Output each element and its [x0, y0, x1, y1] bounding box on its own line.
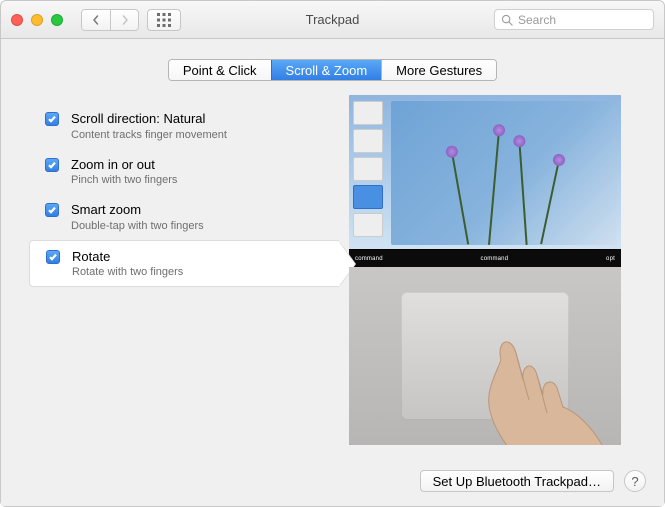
- option-smart-zoom[interactable]: Smart zoom Double-tap with two fingers: [29, 194, 339, 240]
- option-subtitle: Double-tap with two fingers: [71, 220, 204, 232]
- option-text: Rotate Rotate with two fingers: [72, 249, 183, 279]
- key-label: command: [355, 256, 383, 262]
- key-label: command: [481, 256, 509, 262]
- show-all-button[interactable]: [147, 9, 181, 31]
- preview-photo: [391, 101, 617, 245]
- gesture-preview: command command opt: [349, 93, 636, 460]
- preview-screen: [349, 95, 621, 249]
- search-icon: [501, 14, 513, 26]
- option-title: Smart zoom: [71, 202, 204, 218]
- titlebar: Trackpad: [1, 1, 664, 39]
- search-input[interactable]: [518, 13, 647, 27]
- chevron-right-icon: [120, 15, 130, 25]
- nav-buttons: [81, 9, 139, 31]
- option-text: Smart zoom Double-tap with two fingers: [71, 202, 204, 232]
- check-icon: [47, 160, 57, 170]
- option-subtitle: Pinch with two fingers: [71, 174, 177, 186]
- forward-button[interactable]: [110, 10, 138, 30]
- search-field[interactable]: [494, 9, 654, 30]
- preferences-window: Trackpad Point & Click Scroll & Zoom Mor…: [0, 0, 665, 507]
- tab-scroll-and-zoom[interactable]: Scroll & Zoom: [271, 60, 382, 80]
- window-controls: [11, 14, 63, 26]
- segmented-control: Point & Click Scroll & Zoom More Gesture…: [168, 59, 497, 81]
- option-title: Rotate: [72, 249, 183, 265]
- option-title: Scroll direction: Natural: [71, 111, 227, 127]
- chevron-left-icon: [91, 15, 101, 25]
- checkbox-rotate[interactable]: [46, 250, 60, 264]
- preview-keyboard-bar: command command opt: [349, 249, 621, 267]
- option-text: Scroll direction: Natural Content tracks…: [71, 111, 227, 141]
- setup-bluetooth-trackpad-button[interactable]: Set Up Bluetooth Trackpad…: [420, 470, 614, 492]
- checkbox-smart-zoom[interactable]: [45, 203, 59, 217]
- preview-trackpad: [349, 267, 621, 445]
- option-scroll-direction[interactable]: Scroll direction: Natural Content tracks…: [29, 103, 339, 149]
- checkbox-scroll-direction[interactable]: [45, 112, 59, 126]
- check-icon: [47, 114, 57, 124]
- tab-more-gestures[interactable]: More Gestures: [381, 60, 496, 80]
- check-icon: [48, 252, 58, 262]
- option-title: Zoom in or out: [71, 157, 177, 173]
- footer: Set Up Bluetooth Trackpad… ?: [1, 460, 664, 506]
- close-window-button[interactable]: [11, 14, 23, 26]
- tabs: Point & Click Scroll & Zoom More Gesture…: [1, 59, 664, 81]
- content: Point & Click Scroll & Zoom More Gesture…: [1, 39, 664, 506]
- check-icon: [47, 205, 57, 215]
- option-zoom[interactable]: Zoom in or out Pinch with two fingers: [29, 149, 339, 195]
- option-subtitle: Rotate with two fingers: [72, 266, 183, 278]
- help-button[interactable]: ?: [624, 470, 646, 492]
- option-text: Zoom in or out Pinch with two fingers: [71, 157, 177, 187]
- option-subtitle: Content tracks finger movement: [71, 129, 227, 141]
- options-list: Scroll direction: Natural Content tracks…: [29, 93, 339, 460]
- zoom-window-button[interactable]: [51, 14, 63, 26]
- preview-thumbnails: [353, 101, 383, 237]
- tab-point-and-click[interactable]: Point & Click: [169, 60, 271, 80]
- grid-icon: [157, 13, 171, 27]
- option-rotate[interactable]: Rotate Rotate with two fingers: [29, 240, 339, 288]
- checkbox-zoom[interactable]: [45, 158, 59, 172]
- hand-icon: [461, 325, 621, 445]
- back-button[interactable]: [82, 10, 110, 30]
- minimize-window-button[interactable]: [31, 14, 43, 26]
- key-label: opt: [606, 256, 615, 262]
- preview-video: command command opt: [349, 95, 621, 445]
